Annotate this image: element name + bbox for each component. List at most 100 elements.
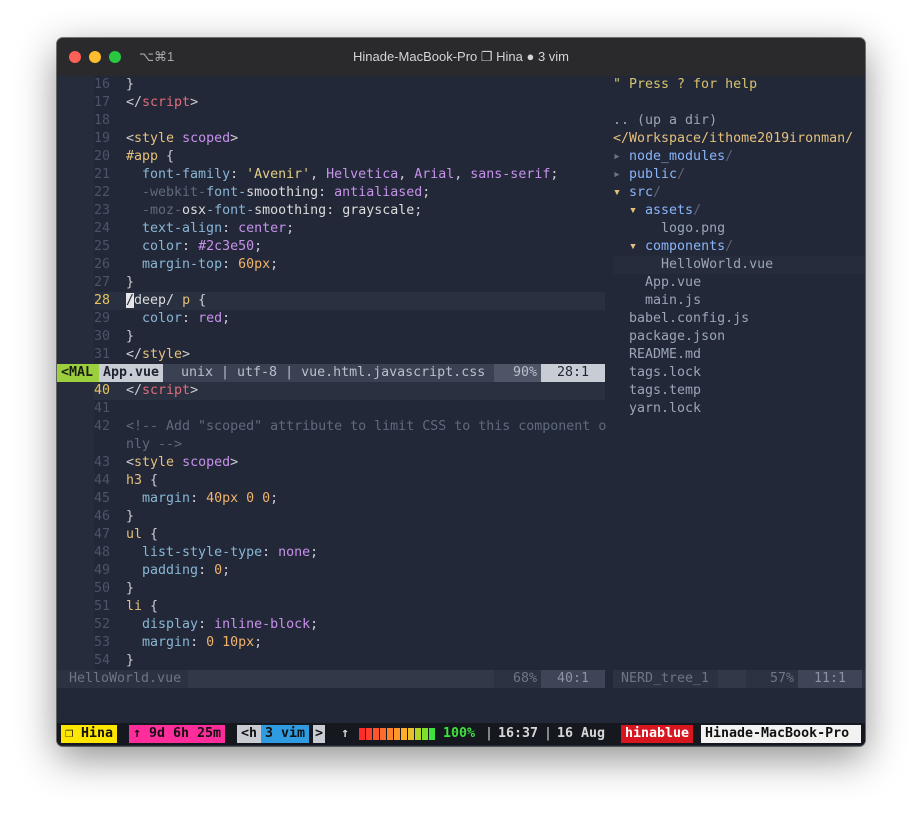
gutter xyxy=(57,418,94,436)
nerdtree-dir[interactable]: ▾ components/ xyxy=(613,238,733,256)
nerdtree-file[interactable]: App.vue xyxy=(613,274,701,292)
gutter xyxy=(57,148,94,166)
code-line[interactable]: 22 -webkit-font-smoothing: antialiased; xyxy=(57,184,605,202)
code-text: </script> xyxy=(126,383,199,398)
line-number: 27 xyxy=(94,275,111,290)
gutter xyxy=(57,508,94,526)
code-line[interactable]: 30} xyxy=(57,328,605,346)
line-number: 45 xyxy=(94,491,111,506)
battery-cell xyxy=(415,728,421,740)
code-line[interactable]: 51 li { xyxy=(57,598,605,616)
tmux-window-next[interactable]: > xyxy=(313,725,326,743)
code-line[interactable]: 48 list-style-type: none; xyxy=(57,544,605,562)
code-line[interactable]: nly --> xyxy=(57,436,605,454)
gutter xyxy=(57,274,94,292)
code-text: color: #2c3e50; xyxy=(142,239,263,254)
code-line[interactable]: 53 margin: 0 10px; xyxy=(57,634,605,652)
line-number: 22 xyxy=(94,185,111,200)
nerdtree-dir[interactable]: ▸ public/ xyxy=(613,166,685,184)
nerdtree-status-line: NERD_tree_1 57% 11:1 xyxy=(613,670,865,688)
tmux-window-current[interactable]: 3 vim xyxy=(261,725,310,743)
nerdtree-file[interactable]: README.md xyxy=(613,346,701,364)
code-line[interactable]: 50} xyxy=(57,580,605,598)
code-line[interactable]: 46} xyxy=(57,508,605,526)
code-line[interactable]: 44 h3 { xyxy=(57,472,605,490)
code-line[interactable]: 21 font-family: 'Avenir', Helvetica, Ari… xyxy=(57,166,605,184)
code-line[interactable]: 47 ul { xyxy=(57,526,605,544)
code-line[interactable]: 40 </script> xyxy=(57,382,605,400)
nerdtree-file[interactable]: tags.lock xyxy=(613,364,701,382)
nerdtree-file[interactable]: tags.temp xyxy=(613,382,701,400)
code-line[interactable]: 23 -moz-osx-font-smoothing: grayscale; xyxy=(57,202,605,220)
tmux-status-bar: ❐ Hina ↑ 9d 6h 25m <h 3 vim > ↑ 100% | 1… xyxy=(57,723,865,745)
tmux-up-arrow: ↑ xyxy=(341,726,350,741)
battery-cell xyxy=(394,728,400,740)
code-text: h3 { xyxy=(126,473,159,488)
gutter xyxy=(57,202,94,220)
code-line[interactable]: 16} xyxy=(57,76,605,94)
code-line[interactable]: 26 margin-top: 60px; xyxy=(57,256,605,274)
line-number: 41 xyxy=(94,401,111,416)
battery-cell xyxy=(387,728,393,740)
gutter xyxy=(57,526,94,544)
nerdtree-file[interactable]: logo.png xyxy=(613,220,725,238)
battery-cell xyxy=(380,728,386,740)
gutter xyxy=(57,490,94,508)
code-text: } xyxy=(126,329,135,344)
code-line[interactable]: 20 #app { xyxy=(57,148,605,166)
code-line[interactable]: 27} xyxy=(57,274,605,292)
code-line[interactable]: 41 xyxy=(57,400,605,418)
line-number: 46 xyxy=(94,509,111,524)
vim-editor[interactable]: 16} 17 </script> 18 19 <style scoped> 20 #app {… xyxy=(57,76,865,746)
nerdtree-dir[interactable]: ▸ node_modules/ xyxy=(613,148,733,166)
tmux-date: 16 Aug xyxy=(557,726,606,741)
code-line[interactable]: 31 </style> xyxy=(57,346,605,364)
code-line[interactable]: 42 <!-- Add "scoped" attribute to limit C… xyxy=(57,418,606,436)
gutter xyxy=(57,616,94,634)
code-line[interactable]: 25 color: #2c3e50; xyxy=(57,238,605,256)
gutter xyxy=(57,634,94,652)
code-line[interactable]: 49 padding: 0; xyxy=(57,562,605,580)
gutter xyxy=(57,76,94,94)
nerdtree-file[interactable]: babel.config.js xyxy=(613,310,749,328)
code-line[interactable]: 19 <style scoped> xyxy=(57,130,605,148)
code-line[interactable]: 52 display: inline-block; xyxy=(57,616,605,634)
line-number: 54 xyxy=(94,653,111,668)
gutter xyxy=(57,328,94,346)
tmux-user: hinablue xyxy=(621,725,694,743)
code-text: nly --> xyxy=(126,437,183,452)
nerdtree-file[interactable]: package.json xyxy=(613,328,725,346)
code-line[interactable]: 18 xyxy=(57,112,605,130)
battery-cell xyxy=(422,728,428,740)
line-number: 18 xyxy=(94,113,111,128)
code-line[interactable]: 24 text-align: center; xyxy=(57,220,605,238)
code-line[interactable]: 28/deep/ p { xyxy=(57,292,605,310)
gutter xyxy=(57,436,94,454)
nerdtree-up-dir[interactable]: .. (up a dir) xyxy=(613,112,717,130)
line-number: 48 xyxy=(94,545,111,560)
nerdtree-file[interactable]: main.js xyxy=(613,292,701,310)
code-text: padding: 0; xyxy=(142,563,231,578)
battery-percent: 100% xyxy=(443,726,476,741)
nerdtree-dir[interactable]: ▾ assets/ xyxy=(613,202,701,220)
code-line[interactable]: 45 margin: 40px 0 0; xyxy=(57,490,605,508)
gutter xyxy=(57,580,94,598)
code-line[interactable]: 29 color: red; xyxy=(57,310,605,328)
status-percent: 90% xyxy=(494,364,541,382)
gutter xyxy=(57,472,94,490)
code-line[interactable]: 17 </script> xyxy=(57,94,605,112)
tmux-session[interactable]: ❐ Hina xyxy=(61,725,118,743)
gutter xyxy=(57,562,94,580)
gutter xyxy=(57,112,94,130)
code-line[interactable]: 43 <style scoped> xyxy=(57,454,605,472)
tmux-window-prev[interactable]: <h xyxy=(237,725,262,743)
code-text: #app { xyxy=(126,149,175,164)
code-line[interactable]: 54} xyxy=(57,652,605,670)
code-text: list-style-type: none; xyxy=(142,545,319,560)
gutter xyxy=(57,94,94,112)
tmux-host: Hinade-MacBook-Pro xyxy=(701,725,861,743)
terminal-window: ⌥⌘1 Hinade-MacBook-Pro ❐ Hina ● 3 vim 16… xyxy=(57,38,865,746)
nerdtree-dir[interactable]: ▾ src/ xyxy=(613,184,661,202)
nerdtree-file[interactable]: HelloWorld.vue xyxy=(613,256,773,274)
nerdtree-file[interactable]: yarn.lock xyxy=(613,400,701,418)
